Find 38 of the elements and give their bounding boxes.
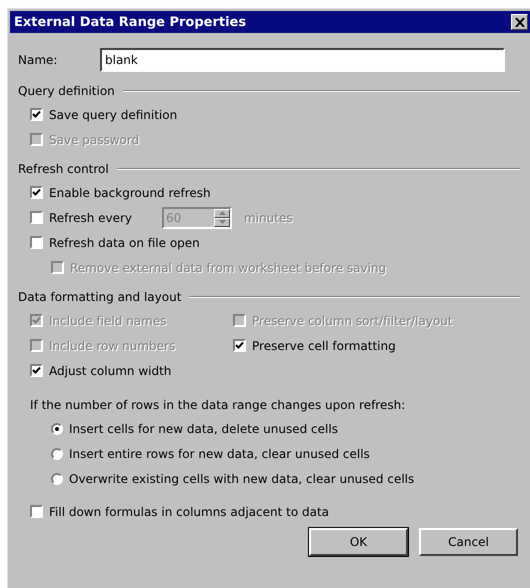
- prompt-text: If the number of rows in the data range changes upon refresh:: [29, 397, 406, 414]
- checkbox-label: Refresh every: [49, 210, 132, 224]
- close-button[interactable]: [511, 14, 528, 30]
- group-title: Query definition: [18, 84, 116, 98]
- radio-button[interactable]: [51, 448, 63, 460]
- radio-label: Overwrite existing cells with new data, clear unused cells: [69, 472, 414, 486]
- ok-button[interactable]: OK: [309, 528, 408, 556]
- checkbox-label: Fill down formulas in columns adjacent to data: [49, 504, 330, 518]
- checkbox[interactable]: [30, 236, 43, 249]
- checkbox-label: Preserve column sort/filter/layout: [252, 314, 453, 328]
- cancel-button[interactable]: Cancel: [419, 528, 518, 556]
- name-label: Name:: [18, 53, 58, 67]
- close-icon: [514, 18, 524, 26]
- window-title: External Data Range Properties: [14, 14, 246, 30]
- checkbox-label: Adjust column width: [49, 364, 172, 378]
- checkbox-label: Save password: [49, 132, 140, 146]
- checkbox[interactable]: [30, 364, 43, 377]
- checkbox-label: Refresh data on file open: [49, 236, 200, 250]
- group-title: Refresh control: [18, 162, 110, 176]
- spinner-value: 60: [165, 210, 182, 224]
- checkbox[interactable]: [233, 339, 246, 352]
- checkbox[interactable]: [30, 211, 43, 224]
- checkbox-label: Preserve cell formatting: [252, 338, 396, 352]
- group-title: Data formatting and layout: [18, 290, 182, 304]
- checkbox-label: Include field names: [49, 314, 166, 328]
- name-field[interactable]: blank: [100, 48, 505, 72]
- unit-label: minutes: [244, 210, 293, 224]
- radio-label: Insert cells for new data, delete unused cells: [69, 422, 338, 436]
- checkbox-label: Remove external data from worksheet before saving: [70, 260, 386, 274]
- checkbox-label: Include row numbers: [49, 338, 176, 352]
- checkbox[interactable]: [30, 505, 43, 518]
- radio-button[interactable]: [51, 422, 63, 434]
- checkbox[interactable]: [30, 108, 43, 121]
- checkbox[interactable]: [30, 186, 43, 199]
- checkbox-label: Save query definition: [49, 108, 178, 122]
- radio-button[interactable]: [51, 472, 63, 484]
- radio-label: Insert entire rows for new data, clear unused cells: [69, 446, 370, 460]
- checkbox-label: Enable background refresh: [49, 186, 211, 200]
